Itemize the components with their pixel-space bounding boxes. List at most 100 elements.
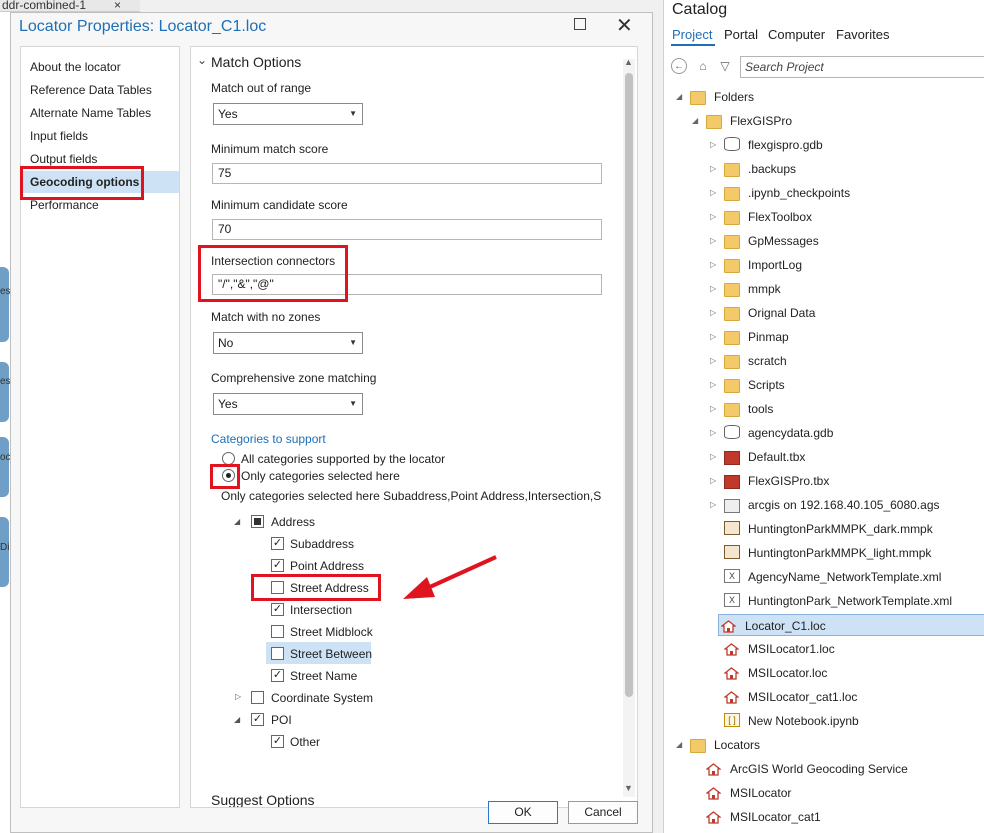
tree-item[interactable]: MSILocator.loc bbox=[710, 662, 984, 684]
expand-icon[interactable]: ▷ bbox=[710, 446, 716, 468]
tab-portal[interactable]: Portal bbox=[724, 27, 758, 42]
maximize-icon[interactable] bbox=[574, 18, 586, 30]
close-icon[interactable]: ✕ bbox=[616, 13, 633, 38]
expand-icon[interactable]: ◢ bbox=[692, 110, 698, 132]
tab-project[interactable]: Project bbox=[672, 27, 712, 42]
nav-item-about[interactable]: About the locator bbox=[21, 56, 179, 78]
tree-item[interactable]: ▷ GpMessages bbox=[710, 230, 984, 252]
match-no-zones-select[interactable]: No ▼ bbox=[213, 332, 363, 354]
scroll-up-icon[interactable]: ▲ bbox=[624, 57, 633, 67]
tree-item[interactable]: MSILocator bbox=[692, 782, 984, 804]
nav-item-input-fields[interactable]: Input fields bbox=[21, 125, 179, 147]
tree-item[interactable]: ▷ Scripts bbox=[710, 374, 984, 396]
tree-item[interactable]: Locator_C1.loc bbox=[718, 614, 984, 636]
section-match-options[interactable]: Match Options bbox=[211, 54, 301, 70]
tree-item[interactable]: ◢ FlexGISPro bbox=[692, 110, 984, 132]
min-candidate-score-input[interactable]: 70 bbox=[212, 219, 602, 240]
scroll-down-icon[interactable]: ▼ bbox=[624, 783, 633, 793]
background-tab[interactable]: ddr-combined-1 × bbox=[0, 0, 140, 12]
expand-icon[interactable]: ▷ bbox=[710, 302, 716, 324]
checkbox-street-between[interactable] bbox=[271, 647, 284, 660]
expand-icon[interactable]: ▷ bbox=[710, 206, 716, 228]
tree-item[interactable]: ▷ flexgispro.gdb bbox=[710, 134, 984, 156]
tree-item[interactable]: X HuntingtonPark_NetworkTemplate.xml bbox=[710, 590, 984, 612]
expand-poi-icon[interactable]: ◢ bbox=[234, 715, 240, 724]
tab-computer[interactable]: Computer bbox=[768, 27, 825, 42]
tree-item[interactable]: ▷ ImportLog bbox=[710, 254, 984, 276]
tree-item[interactable]: ▷ Default.tbx bbox=[710, 446, 984, 468]
tree-item-label: scratch bbox=[748, 354, 787, 368]
expand-icon[interactable]: ▷ bbox=[710, 470, 716, 492]
checkbox-poi[interactable]: ✓ bbox=[251, 713, 264, 726]
tree-item[interactable]: ArcGIS World Geocoding Service bbox=[692, 758, 984, 780]
locator-icon bbox=[723, 689, 740, 704]
back-icon[interactable]: ← bbox=[671, 58, 687, 74]
checkbox-address[interactable] bbox=[251, 515, 264, 528]
checkbox-subaddress[interactable]: ✓ bbox=[271, 537, 284, 550]
tree-item[interactable]: HuntingtonParkMMPK_light.mmpk bbox=[710, 542, 984, 564]
checkbox-point-address[interactable]: ✓ bbox=[271, 559, 284, 572]
tree-item[interactable]: ▷ FlexToolbox bbox=[710, 206, 984, 228]
tab-favorites[interactable]: Favorites bbox=[836, 27, 889, 42]
collapse-chevron-icon[interactable]: ⌄ bbox=[197, 53, 207, 67]
expand-icon[interactable]: ▷ bbox=[710, 398, 716, 420]
home-icon[interactable]: ⌂ bbox=[695, 58, 711, 74]
expand-icon[interactable]: ▷ bbox=[710, 278, 716, 300]
checkbox-intersection[interactable]: ✓ bbox=[271, 603, 284, 616]
tree-item[interactable]: ◢ Folders bbox=[676, 86, 984, 108]
nav-item-reference-data-tables[interactable]: Reference Data Tables bbox=[21, 79, 179, 101]
expand-icon[interactable]: ▷ bbox=[710, 134, 716, 156]
tree-item[interactable]: MSILocator1.loc bbox=[710, 638, 984, 660]
expand-icon[interactable]: ▷ bbox=[710, 350, 716, 372]
radio-all-categories-label[interactable]: All categories supported by the locator bbox=[241, 452, 445, 466]
expand-icon[interactable]: ▷ bbox=[710, 254, 716, 276]
toolbox-icon bbox=[724, 475, 740, 489]
ok-button[interactable]: OK bbox=[488, 801, 558, 824]
expand-icon[interactable]: ▷ bbox=[710, 422, 716, 444]
tree-item[interactable]: ▷ agencydata.gdb bbox=[710, 422, 984, 444]
checkbox-coordinate-system[interactable] bbox=[251, 691, 264, 704]
match-out-of-range-select[interactable]: Yes ▼ bbox=[213, 103, 363, 125]
expand-icon[interactable]: ▷ bbox=[710, 494, 716, 516]
expand-icon[interactable]: ▷ bbox=[710, 230, 716, 252]
xml-icon: X bbox=[724, 593, 740, 607]
search-input[interactable]: Search Project bbox=[740, 56, 984, 78]
expand-icon[interactable]: ▷ bbox=[710, 374, 716, 396]
checkbox-street-midblock[interactable] bbox=[271, 625, 284, 638]
tree-item[interactable]: ▷ FlexGISPro.tbx bbox=[710, 470, 984, 492]
tree-item[interactable]: MSILocator_cat1 bbox=[692, 806, 984, 828]
filter-icon[interactable]: ▽ bbox=[717, 58, 733, 74]
checkbox-other[interactable]: ✓ bbox=[271, 735, 284, 748]
min-match-score-input[interactable]: 75 bbox=[212, 163, 602, 184]
tree-item[interactable]: ▷ Orignal Data bbox=[710, 302, 984, 324]
tree-item[interactable]: ▷ .backups bbox=[710, 158, 984, 180]
background-tab-close-icon[interactable]: × bbox=[114, 0, 121, 12]
tree-item[interactable]: [ ] New Notebook.ipynb bbox=[710, 710, 984, 732]
section-suggest-options[interactable]: Suggest Options bbox=[211, 792, 315, 807]
checkbox-street-name[interactable]: ✓ bbox=[271, 669, 284, 682]
expand-coordinate-system-icon[interactable]: ▷ bbox=[235, 692, 241, 701]
expand-address-icon[interactable]: ◢ bbox=[234, 517, 240, 526]
nav-item-alternate-name-tables[interactable]: Alternate Name Tables bbox=[21, 102, 179, 124]
expand-icon[interactable]: ▷ bbox=[710, 158, 716, 180]
tree-item-label: MSILocator bbox=[730, 786, 792, 800]
tree-item[interactable]: ▷ mmpk bbox=[710, 278, 984, 300]
tree-item[interactable]: ▷ .ipynb_checkpoints bbox=[710, 182, 984, 204]
tree-item[interactable]: ▷ Pinmap bbox=[710, 326, 984, 348]
expand-icon[interactable]: ◢ bbox=[676, 734, 682, 756]
expand-icon[interactable]: ▷ bbox=[710, 182, 716, 204]
tree-item[interactable]: ▷ scratch bbox=[710, 350, 984, 372]
expand-icon[interactable]: ◢ bbox=[676, 86, 682, 108]
tree-item[interactable]: X AgencyName_NetworkTemplate.xml bbox=[710, 566, 984, 588]
tree-item[interactable]: ▷ arcgis on 192.168.40.105_6080.ags bbox=[710, 494, 984, 516]
cancel-button[interactable]: Cancel bbox=[568, 801, 638, 824]
expand-icon[interactable]: ▷ bbox=[710, 326, 716, 348]
tree-item[interactable]: MSILocator_cat1.loc bbox=[710, 686, 984, 708]
tree-item[interactable]: ◢ Locators bbox=[676, 734, 984, 756]
radio-selected-categories-label[interactable]: Only categories selected here bbox=[241, 469, 400, 483]
map-package-icon bbox=[724, 545, 740, 559]
comprehensive-zone-select[interactable]: Yes ▼ bbox=[213, 393, 363, 415]
tree-item[interactable]: HuntingtonParkMMPK_dark.mmpk bbox=[710, 518, 984, 540]
scroll-thumb[interactable] bbox=[625, 73, 633, 697]
tree-item[interactable]: ▷ tools bbox=[710, 398, 984, 420]
